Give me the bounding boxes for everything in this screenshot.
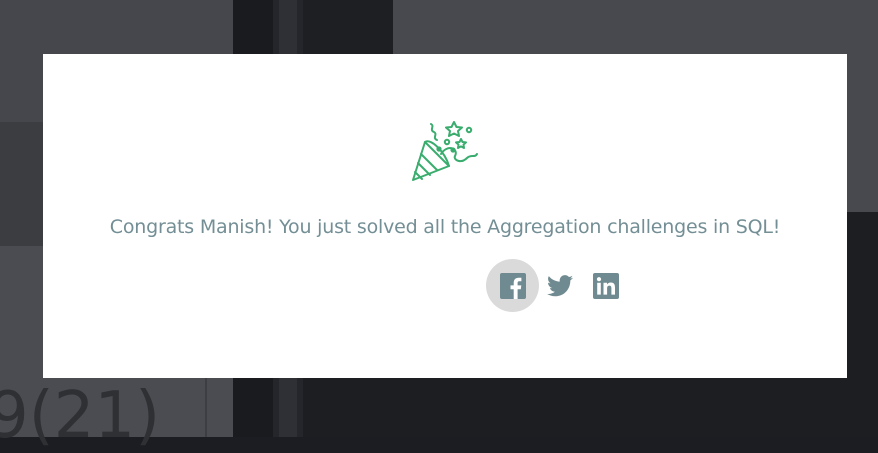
- party-popper-icon: [409, 118, 481, 184]
- linkedin-icon: [592, 272, 619, 299]
- facebook-icon: [499, 272, 526, 299]
- share-facebook-button[interactable]: [486, 259, 539, 312]
- background-code-text: 9(21): [0, 379, 161, 453]
- congrats-message: Congrats Manish! You just solved all the…: [109, 216, 781, 238]
- twitter-icon: [546, 274, 573, 297]
- share-linkedin-button[interactable]: [579, 259, 632, 312]
- left-panel-divider: [205, 378, 207, 437]
